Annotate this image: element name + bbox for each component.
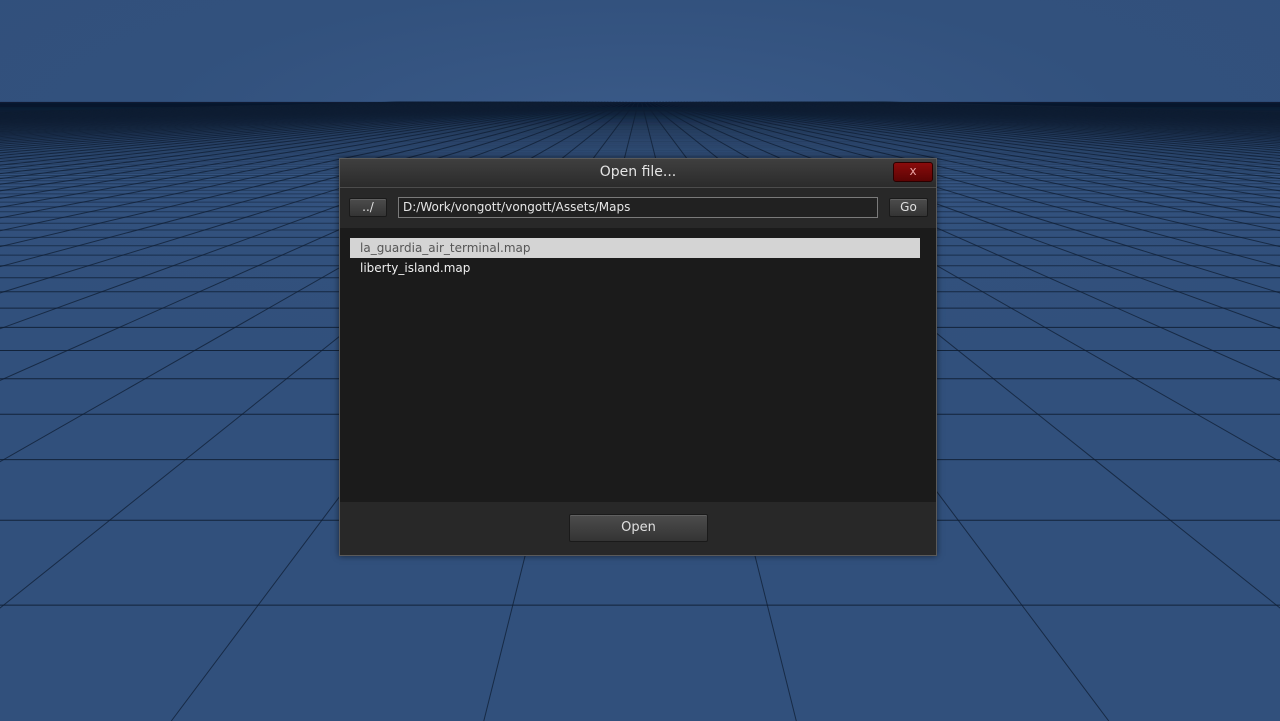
path-input[interactable]: D:/Work/vongott/vongott/Assets/Maps [398, 197, 878, 218]
file-item-la-guardia-air-terminal[interactable]: la_guardia_air_terminal.map [350, 238, 920, 258]
grid-line [878, 101, 1280, 113]
dialog-footer: Open [340, 502, 936, 555]
file-list: la_guardia_air_terminal.map liberty_isla… [340, 228, 936, 502]
dialog-titlebar[interactable]: Open file... x [340, 159, 936, 188]
file-item-liberty-island[interactable]: liberty_island.map [350, 258, 920, 278]
open-file-dialog: Open file... x ../ D:/Work/vongott/vongo… [339, 158, 937, 556]
parent-directory-button[interactable]: ../ [349, 198, 387, 217]
dialog-title: Open file... [599, 164, 677, 180]
open-button[interactable]: Open [569, 514, 708, 542]
path-toolbar: ../ D:/Work/vongott/vongott/Assets/Maps … [340, 188, 936, 228]
go-button[interactable]: Go [889, 198, 928, 217]
grid-line [881, 101, 1280, 113]
close-button[interactable]: x [893, 162, 933, 182]
